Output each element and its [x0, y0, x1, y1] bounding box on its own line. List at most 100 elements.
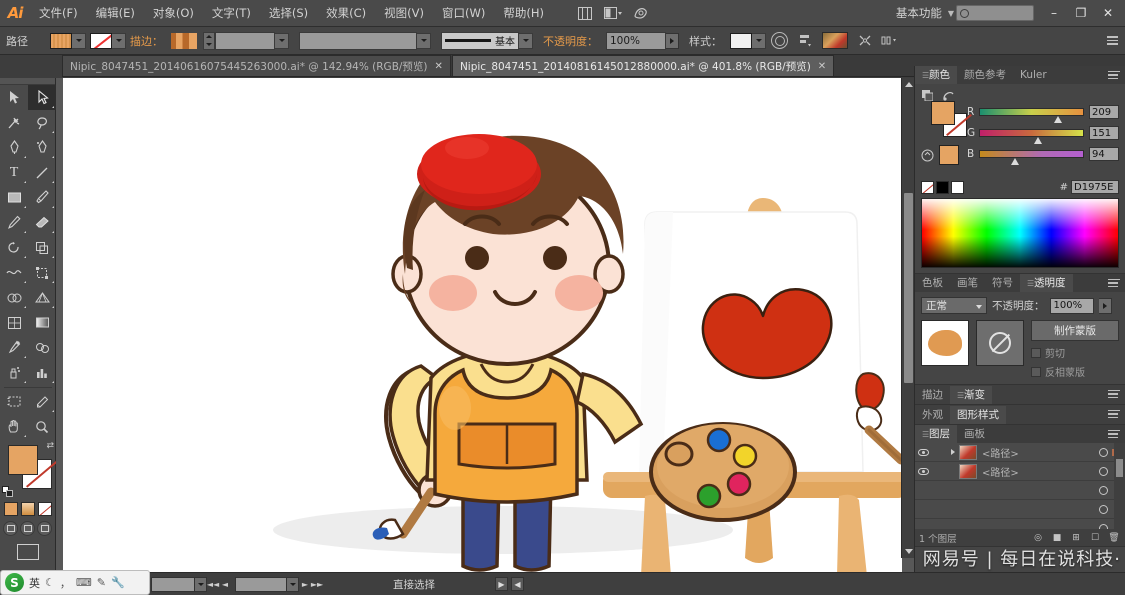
slice-tool[interactable]	[28, 389, 56, 414]
zoom-tool[interactable]	[28, 414, 56, 439]
tab-graphic-styles[interactable]: 图形样式	[950, 405, 1006, 424]
document-tab-1[interactable]: Nipic_8047451_20140616075445263000.ai* @…	[62, 55, 451, 76]
invert-mask-checkbox-row[interactable]: 反相蒙版	[1031, 364, 1119, 379]
last-artboard-icon[interactable]: ►►	[311, 577, 323, 592]
make-clipping-mask-icon[interactable]: ■	[1050, 532, 1064, 544]
brush-definition-dropdown-icon[interactable]	[519, 32, 533, 49]
table-row[interactable]: <路径>	[915, 443, 1125, 462]
draw-behind-button[interactable]	[20, 521, 35, 536]
opacity-dropdown-icon[interactable]	[666, 32, 679, 49]
color-panel-menu-icon[interactable]	[1108, 71, 1120, 79]
slider-knob-b[interactable]	[1010, 158, 1020, 165]
add-anchor-point-tool[interactable]	[28, 135, 56, 160]
layer-visibility-icon[interactable]	[915, 467, 932, 475]
menu-object[interactable]: 对象(O)	[144, 0, 203, 27]
gradient-panel-menu-icon[interactable]	[1108, 390, 1120, 398]
current-color-swatch[interactable]	[939, 145, 959, 165]
symbol-sprayer-tool[interactable]	[0, 360, 28, 385]
gradient-fill-button[interactable]	[20, 502, 35, 516]
layer-name[interactable]: <路径>	[977, 464, 1094, 479]
stroke-swatch[interactable]	[90, 32, 112, 49]
tab-stroke[interactable]: 描边	[915, 386, 950, 404]
layer-name[interactable]: <路径>	[977, 445, 1094, 460]
swap-colors-icon[interactable]	[921, 149, 934, 162]
restore-button[interactable]: ❐	[1068, 3, 1094, 23]
fill-swatch[interactable]	[50, 32, 72, 49]
artboard[interactable]	[63, 78, 902, 572]
eyedropper-tool[interactable]	[0, 335, 28, 360]
drawing-mode-icon[interactable]	[629, 3, 653, 23]
draw-inside-button[interactable]	[37, 521, 52, 536]
menu-effect[interactable]: 效果(C)	[317, 0, 375, 27]
gradient-tool[interactable]	[28, 310, 56, 335]
blend-mode-select[interactable]: 正常	[921, 297, 987, 314]
layers-panel-menu-icon[interactable]	[1108, 430, 1120, 438]
slider-track-g[interactable]	[979, 129, 1084, 144]
bridge-icon[interactable]	[573, 3, 597, 23]
type-tool[interactable]: T	[0, 160, 28, 185]
rotate-tool[interactable]	[0, 235, 28, 260]
scrollbar-thumb[interactable]	[904, 193, 913, 383]
fill-color-control[interactable]	[50, 32, 86, 49]
draw-normal-button[interactable]	[3, 521, 18, 536]
hand-tool[interactable]	[0, 414, 28, 439]
blend-tool[interactable]	[28, 335, 56, 360]
menu-file[interactable]: 文件(F)	[30, 0, 87, 27]
layer-target-icon[interactable]	[1094, 447, 1112, 457]
stroke-weight-input[interactable]	[215, 31, 275, 50]
swatch-white[interactable]	[951, 180, 964, 194]
canvas-vertical-scrollbar[interactable]	[901, 78, 914, 558]
scale-tool[interactable]	[28, 235, 56, 260]
document-tab-2-close-icon[interactable]: ✕	[818, 61, 826, 72]
first-artboard-icon[interactable]: ◄◄	[207, 577, 219, 592]
appearance-panel-menu-icon[interactable]	[1108, 410, 1120, 418]
screen-mode-button[interactable]	[16, 544, 39, 560]
tab-gradient[interactable]: ☰渐变	[950, 385, 992, 404]
layer-target-icon[interactable]	[1094, 485, 1112, 495]
align-icon[interactable]	[796, 32, 814, 49]
status-prev-icon[interactable]: ◀	[511, 577, 524, 591]
tab-layers[interactable]: ☰图层	[915, 425, 957, 443]
settings-icon[interactable]: 🔧	[111, 576, 125, 589]
swap-fill-stroke-icon[interactable]: ⇄	[46, 441, 54, 451]
none-fill-button[interactable]	[37, 502, 52, 516]
variable-width-profile-input[interactable]	[299, 31, 417, 50]
scroll-down-icon[interactable]	[905, 549, 913, 554]
moon-icon[interactable]: ☾	[45, 576, 55, 589]
layers-scrollbar[interactable]	[1114, 443, 1125, 529]
channel-value-g[interactable]: 151	[1089, 126, 1119, 140]
tab-transparency[interactable]: ☰透明度	[1020, 274, 1073, 292]
channel-value-b[interactable]: 94	[1089, 147, 1119, 161]
default-fill-stroke-icon[interactable]	[2, 486, 13, 497]
table-row[interactable]	[915, 500, 1125, 519]
slider-track-r[interactable]	[979, 108, 1084, 123]
swatch-none[interactable]	[921, 180, 934, 194]
slider-knob-r[interactable]	[1054, 116, 1063, 123]
eraser-tool[interactable]	[28, 210, 56, 235]
invert-mask-checkbox[interactable]	[1031, 366, 1041, 377]
status-next-icon[interactable]: ▶	[495, 577, 508, 591]
artboard-dropdown-icon[interactable]	[287, 576, 299, 592]
new-sublayer-icon[interactable]: ⊞	[1069, 532, 1083, 544]
line-segment-tool[interactable]	[28, 160, 56, 185]
transform-icon[interactable]	[856, 32, 874, 49]
tools-panel-grip[interactable]	[0, 78, 55, 85]
sogou-logo-icon[interactable]: S	[5, 573, 24, 592]
canvas-area[interactable]	[56, 78, 914, 572]
stroke-dropdown-icon[interactable]	[112, 32, 126, 49]
layer-target-icon[interactable]	[1094, 466, 1112, 476]
scroll-up-icon[interactable]	[905, 82, 913, 87]
stroke-weight-dropdown-icon[interactable]	[275, 32, 289, 49]
keyboard-icon[interactable]: ⌨	[76, 576, 92, 589]
transparency-mask-thumbnail[interactable]	[976, 320, 1024, 366]
transparency-object-thumbnail[interactable]	[921, 320, 969, 366]
layer-target-icon[interactable]	[1094, 504, 1112, 514]
artboard-tool[interactable]	[0, 389, 28, 414]
artboard-number-input[interactable]	[235, 576, 287, 592]
arrange-documents-icon[interactable]	[601, 3, 625, 23]
tab-artboards[interactable]: 画板	[957, 425, 992, 443]
menu-window[interactable]: 窗口(W)	[433, 0, 494, 27]
menu-view[interactable]: 视图(V)	[375, 0, 433, 27]
transparency-panel-menu-icon[interactable]	[1108, 279, 1120, 287]
stroke-weight-stepper[interactable]	[203, 31, 289, 50]
